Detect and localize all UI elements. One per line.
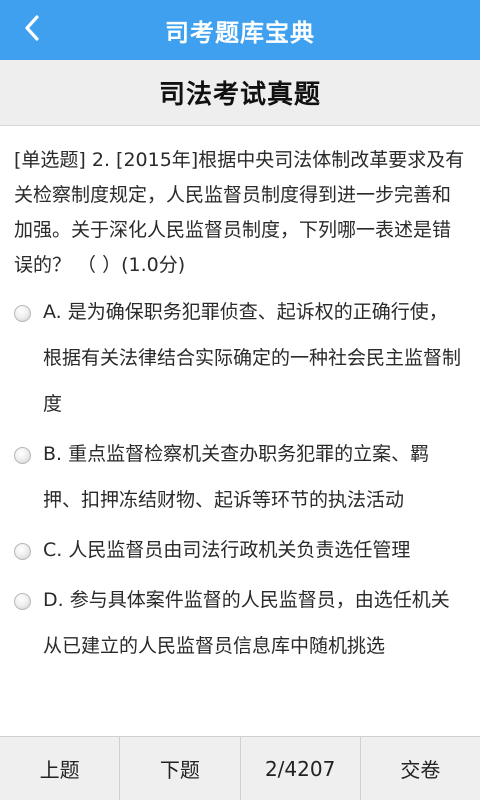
submit-exam-button[interactable]: 交卷 — [361, 737, 480, 800]
top-bar: 司考题库宝典 — [0, 0, 480, 60]
back-button[interactable] — [0, 0, 64, 60]
section-title: 司法考试真题 — [158, 80, 321, 110]
option-c-text: C. 人民监督员由司法行政机关负责选任管理 — [43, 539, 411, 561]
option-b-text: B. 重点监督检察机关查办职务犯罪的立案、羁押、扣押冻结财物、起诉等环节的执法活… — [43, 443, 430, 511]
question-text: [单选题] 2. [2015年]根据中央司法体制改革要求及有关检察制度规定，人民… — [14, 149, 465, 276]
radio-button-icon[interactable] — [14, 593, 31, 610]
question-counter: 2/4207 — [241, 737, 361, 800]
radio-button-icon[interactable] — [14, 447, 31, 464]
option-d-text: D. 参与具体案件监督的人民监督员，由选任机关从已建立的人民监督员信息库中随机挑… — [43, 589, 450, 657]
radio-button-icon[interactable] — [14, 543, 31, 560]
chevron-left-icon — [22, 13, 42, 47]
radio-button-icon[interactable] — [14, 305, 31, 322]
option-a-text: A. 是为确保职务犯罪侦查、起诉权的正确行使，根据有关法律结合实际确定的一种社会… — [43, 301, 462, 415]
app-title: 司考题库宝典 — [165, 18, 315, 47]
prev-question-button[interactable]: 上题 — [0, 737, 121, 800]
app-screen: 司考题库宝典 司法考试真题 [单选题] 2. [2015年]根据中央司法体制改革… — [0, 0, 480, 800]
next-question-button[interactable]: 下题 — [120, 737, 241, 800]
option-a[interactable]: A. 是为确保职务犯罪侦查、起诉权的正确行使，根据有关法律结合实际确定的一种社会… — [14, 295, 466, 427]
section-header: 司法考试真题 — [0, 60, 480, 126]
question-area: [单选题] 2. [2015年]根据中央司法体制改革要求及有关检察制度规定，人民… — [0, 127, 480, 737]
option-c[interactable]: C. 人民监督员由司法行政机关负责选任管理 — [14, 533, 466, 573]
option-b[interactable]: B. 重点监督检察机关查办职务犯罪的立案、羁押、扣押冻结财物、起诉等环节的执法活… — [14, 437, 466, 523]
bottom-bar: 上题 下题 2/4207 交卷 — [0, 736, 480, 800]
option-d[interactable]: D. 参与具体案件监督的人民监督员，由选任机关从已建立的人民监督员信息库中随机挑… — [14, 583, 466, 669]
